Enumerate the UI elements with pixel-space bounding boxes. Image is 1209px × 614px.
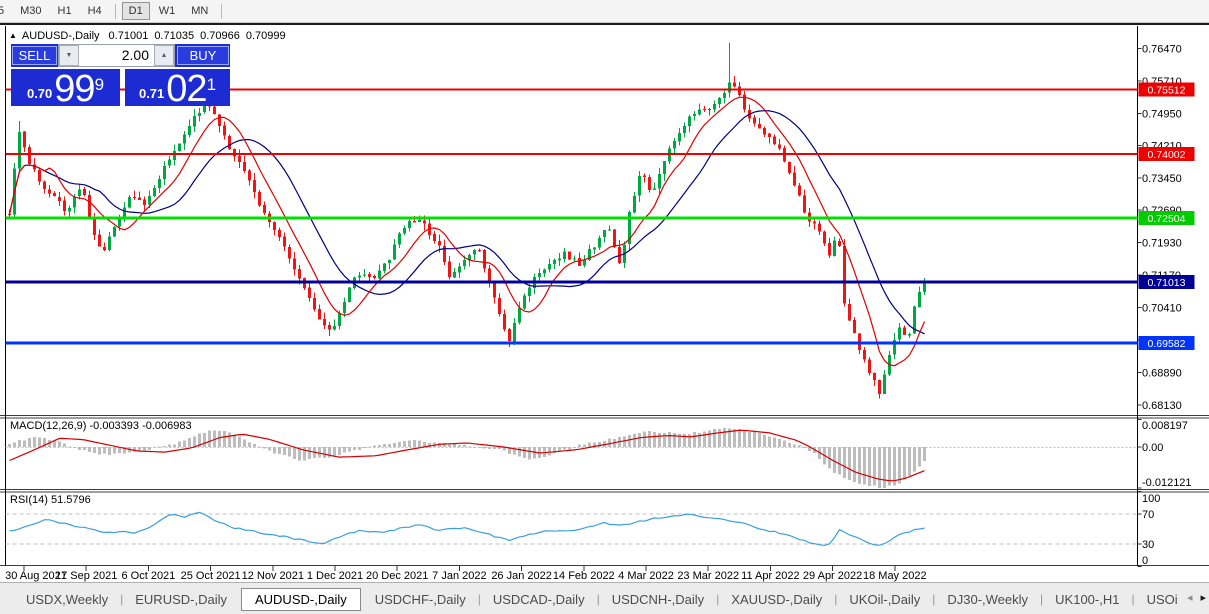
volume-decrease-button[interactable]: ▼	[59, 45, 79, 66]
date-axis-label: 12 Nov 2021	[242, 570, 304, 582]
quote-close: 0.70999	[246, 30, 286, 42]
tab-scroll-right-icon[interactable]: ▸	[1200, 590, 1206, 606]
price-axis-label: 0.74950	[1142, 109, 1182, 121]
macd-values: -0.003393 -0.006983	[89, 420, 191, 432]
date-axis-label: 18 May 2022	[863, 570, 927, 582]
date-axis-label: 7 Jan 2022	[432, 570, 486, 582]
tab-usdchf-daily[interactable]: USDCHF-,Daily	[363, 588, 478, 611]
date-axis-label: 25 Oct 2021	[181, 570, 241, 582]
quote-high: 0.71035	[154, 30, 194, 42]
one-click-trade-panel: SELL ▼ 2.00 ▲ BUY 0.70999 0.71021	[11, 44, 230, 106]
price-level-badge: 0.71013	[1148, 277, 1186, 289]
tab-audusd-daily[interactable]: AUDUSD-,Daily	[241, 588, 361, 611]
date-axis-label: 6 Oct 2021	[121, 570, 175, 582]
horizontal-level-lines: 0.75512 0.74002 0.72504 0.71013 0.69582	[6, 83, 1195, 351]
buy-price-prefix: 0.71	[139, 86, 164, 101]
quote-low: 0.70966	[200, 30, 240, 42]
macd-axis: 0.008197 0.00 -0.012121	[1138, 419, 1192, 489]
rsi-name: RSI(14)	[10, 494, 48, 506]
date-axis-label: 23 Mar 2022	[677, 570, 739, 582]
date-axis-label: 29 Apr 2022	[803, 570, 862, 582]
price-level-badge: 0.74002	[1148, 149, 1186, 161]
rsi-axis: 100 70 30 0	[1138, 492, 1161, 568]
tab-xauusd-daily[interactable]: XAUUSD-,Daily	[719, 588, 834, 611]
rsi-indicator-label: RSI(14) 51.5796	[10, 494, 91, 506]
sell-price-pipette: 9	[95, 76, 104, 93]
volume-stepper: ▼ 2.00 ▲	[58, 44, 175, 67]
date-axis-label: 14 Feb 2022	[553, 570, 615, 582]
trading-terminal-window: 5M30H1H4D1W1MN 0.764700.757100.749500.74…	[0, 0, 1209, 614]
tab-usdcnh-daily[interactable]: USDCNH-,Daily	[600, 588, 716, 611]
date-axis-label: 1 Dec 2021	[307, 570, 363, 582]
price-level-badge: 0.75512	[1148, 85, 1186, 97]
date-axis-label: 17 Sep 2021	[55, 570, 117, 582]
tab-scroll-left-icon[interactable]: ◂	[1187, 590, 1193, 606]
trade-panel-top-row: SELL ▼ 2.00 ▲ BUY	[11, 44, 230, 67]
rsi-axis-label: 30	[1142, 539, 1154, 551]
moving-averages	[10, 97, 925, 365]
date-axis-label: 26 Jan 2022	[491, 570, 552, 582]
price-axis-label: 0.68890	[1142, 368, 1182, 380]
macd-axis-label: 0.00	[1142, 442, 1163, 454]
tab-eurusd-daily[interactable]: EURUSD-,Daily	[123, 588, 239, 611]
rsi-axis-label: 70	[1142, 509, 1154, 521]
indicator-level-lines	[6, 448, 1138, 545]
price-level-badge: 0.72504	[1148, 213, 1186, 225]
macd-indicator-label: MACD(12,26,9) -0.003393 -0.006983	[10, 420, 192, 432]
sell-price-display[interactable]: 0.70999	[11, 69, 120, 106]
macd-name: MACD(12,26,9)	[10, 420, 86, 432]
date-axis: 30 Aug 202117 Sep 20216 Oct 202125 Oct 2…	[5, 566, 927, 582]
tab-dj30-weekly[interactable]: DJ30-,Weekly	[935, 588, 1040, 611]
tab-uk100-h1[interactable]: UK100-,H1	[1043, 588, 1131, 611]
date-axis-label: 11 Apr 2022	[741, 570, 800, 582]
volume-increase-button[interactable]: ▲	[154, 45, 174, 66]
macd-axis-label: 0.008197	[1142, 420, 1188, 432]
buy-price-display[interactable]: 0.71021	[125, 69, 230, 106]
buy-price-big-digits: 02	[166, 73, 206, 105]
collapse-panel-icon[interactable]: ▲	[9, 31, 17, 40]
sell-button[interactable]: SELL	[12, 46, 57, 65]
symbol-tabs: USDX,Weekly|EURUSD-,DailyAUDUSD-,DailyUS…	[0, 583, 1177, 614]
rsi-axis-label: 100	[1142, 493, 1160, 505]
macd-indicator	[8, 428, 926, 488]
price-axis-label: 0.68130	[1142, 400, 1182, 412]
buy-price-pipette: 1	[207, 76, 216, 93]
date-axis-label: 4 Mar 2022	[618, 570, 674, 582]
rsi-value: 51.5796	[51, 494, 91, 506]
price-axis: 0.764700.757100.749500.742100.734500.726…	[1138, 44, 1182, 413]
price-axis-label: 0.70410	[1142, 303, 1182, 315]
symbol-tab-bar: USDX,Weekly|EURUSD-,DailyAUDUSD-,DailyUS…	[0, 582, 1209, 614]
quote-open: 0.71001	[109, 30, 149, 42]
chart-header: ▲ AUDUSD-,Daily 0.71001 0.71035 0.70966 0.709…	[9, 30, 292, 42]
rsi-axis-label: 0	[1142, 555, 1148, 567]
price-axis-label: 0.73450	[1142, 173, 1182, 185]
rsi-indicator	[10, 512, 925, 545]
tab-scroll-arrows: ◂ ▸	[1187, 590, 1206, 606]
date-axis-label: 20 Dec 2021	[366, 570, 428, 582]
sell-price-big-digits: 99	[54, 73, 94, 105]
price-level-badge: 0.69582	[1148, 338, 1186, 350]
tab-usdcad-daily[interactable]: USDCAD-,Daily	[481, 588, 597, 611]
tab-usoil-daily[interactable]: USOil-,Daily	[1135, 588, 1177, 611]
price-axis-label: 0.76470	[1142, 44, 1182, 56]
chart-symbol-title: AUDUSD-,Daily	[22, 30, 100, 42]
tab-usdx-weekly[interactable]: USDX,Weekly	[14, 588, 120, 611]
macd-axis-label: -0.012121	[1142, 477, 1192, 489]
volume-input[interactable]: 2.00	[79, 45, 154, 66]
price-axis-label: 0.71930	[1142, 238, 1182, 250]
buy-button[interactable]: BUY	[177, 46, 229, 65]
sell-price-prefix: 0.70	[27, 86, 52, 101]
tab-ukoil-daily[interactable]: UKOil-,Daily	[837, 588, 932, 611]
